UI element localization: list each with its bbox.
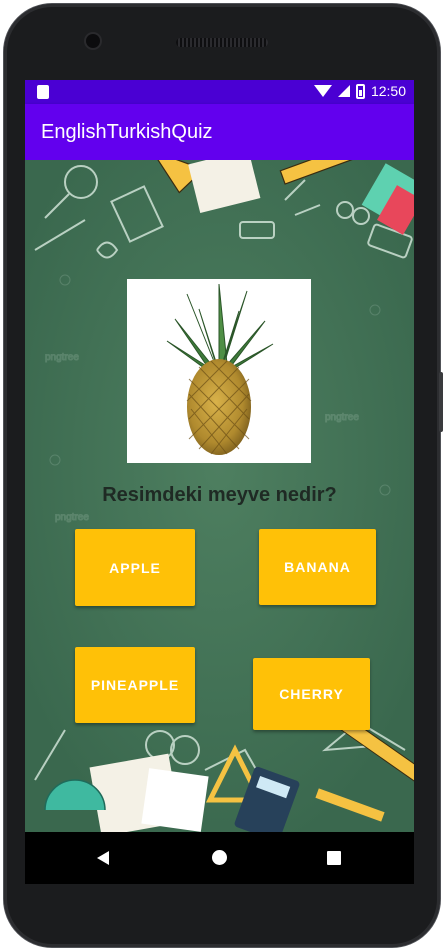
power-button	[439, 372, 443, 432]
wifi-icon	[313, 85, 332, 97]
option-button-pineapple[interactable]: PINEAPPLE	[75, 647, 195, 723]
navigation-bar	[25, 832, 414, 884]
status-time: 12:50	[370, 83, 406, 99]
recents-icon[interactable]	[327, 851, 341, 865]
screen: 12:50 EnglishTurkishQuiz pngtree pngtree…	[25, 80, 414, 832]
app-bar: EnglishTurkishQuiz	[25, 104, 414, 160]
back-icon[interactable]	[97, 851, 109, 865]
battery-icon	[355, 83, 365, 99]
signal-icon	[337, 85, 350, 97]
svg-text:pngtree: pngtree	[45, 352, 79, 363]
fruit-image	[127, 279, 311, 463]
earpiece-speaker	[176, 38, 268, 47]
app-title: EnglishTurkishQuiz	[41, 121, 213, 143]
question-text: Resimdeki meyve nedir?	[102, 484, 337, 506]
option-button-banana[interactable]: BANANA	[259, 529, 376, 605]
option-button-apple[interactable]: APPLE	[75, 529, 195, 606]
pineapple-image	[166, 283, 274, 455]
svg-text:pngtree: pngtree	[325, 412, 359, 423]
status-bar: 12:50	[25, 80, 414, 104]
sd-card-icon	[37, 85, 49, 99]
svg-text:pngtree: pngtree	[55, 512, 89, 523]
home-icon[interactable]	[212, 850, 227, 865]
option-button-cherry[interactable]: CHERRY	[253, 658, 370, 730]
front-camera	[86, 34, 100, 48]
